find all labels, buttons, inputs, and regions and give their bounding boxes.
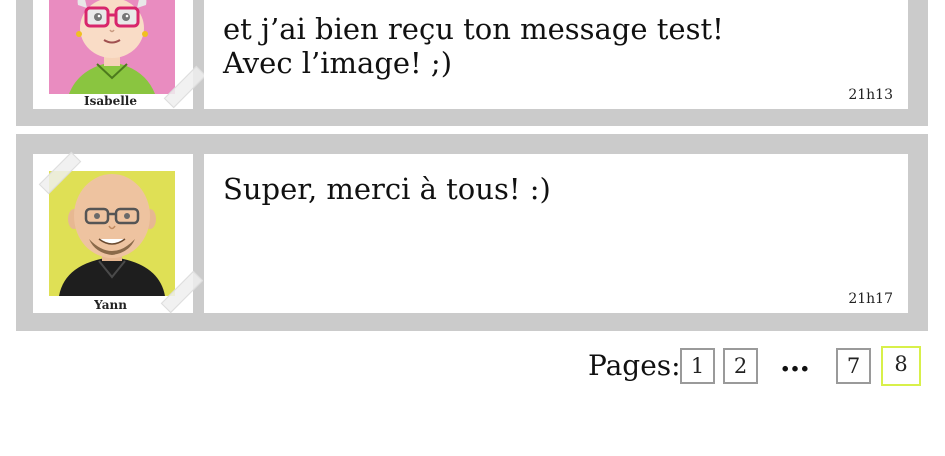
message-timestamp: 21h17 <box>848 291 893 307</box>
avatar[interactable] <box>49 171 175 296</box>
avatar[interactable] <box>49 0 175 94</box>
pagination-ellipsis: … <box>780 344 811 379</box>
avatar-isabelle-icon <box>49 0 175 94</box>
avatar-yann-icon <box>49 171 175 296</box>
page-button-7[interactable]: 7 <box>836 348 871 384</box>
pages-label: Pages: <box>588 349 681 382</box>
message-item: Isabelle et j’ai bien reçu ton message t… <box>16 0 928 126</box>
message-text: et j’ai bien reçu ton message test! Avec… <box>223 12 724 80</box>
message-bubble: Super, merci à tous! :) 21h17 <box>204 154 908 313</box>
page-button-1[interactable]: 1 <box>680 348 715 384</box>
author-card: Isabelle <box>33 0 207 109</box>
message-timestamp: 21h13 <box>848 87 893 103</box>
message-bubble: et j’ai bien reçu ton message test! Avec… <box>204 0 908 109</box>
page-button-8-current[interactable]: 8 <box>881 346 921 386</box>
message-item: Yann Super, merci à tous! :) 21h17 <box>16 134 928 331</box>
page-button-2[interactable]: 2 <box>723 348 758 384</box>
message-text: Super, merci à tous! :) <box>223 172 551 206</box>
pagination: Pages: 1 2 … 7 8 <box>580 344 930 388</box>
author-card: Yann <box>33 151 204 314</box>
